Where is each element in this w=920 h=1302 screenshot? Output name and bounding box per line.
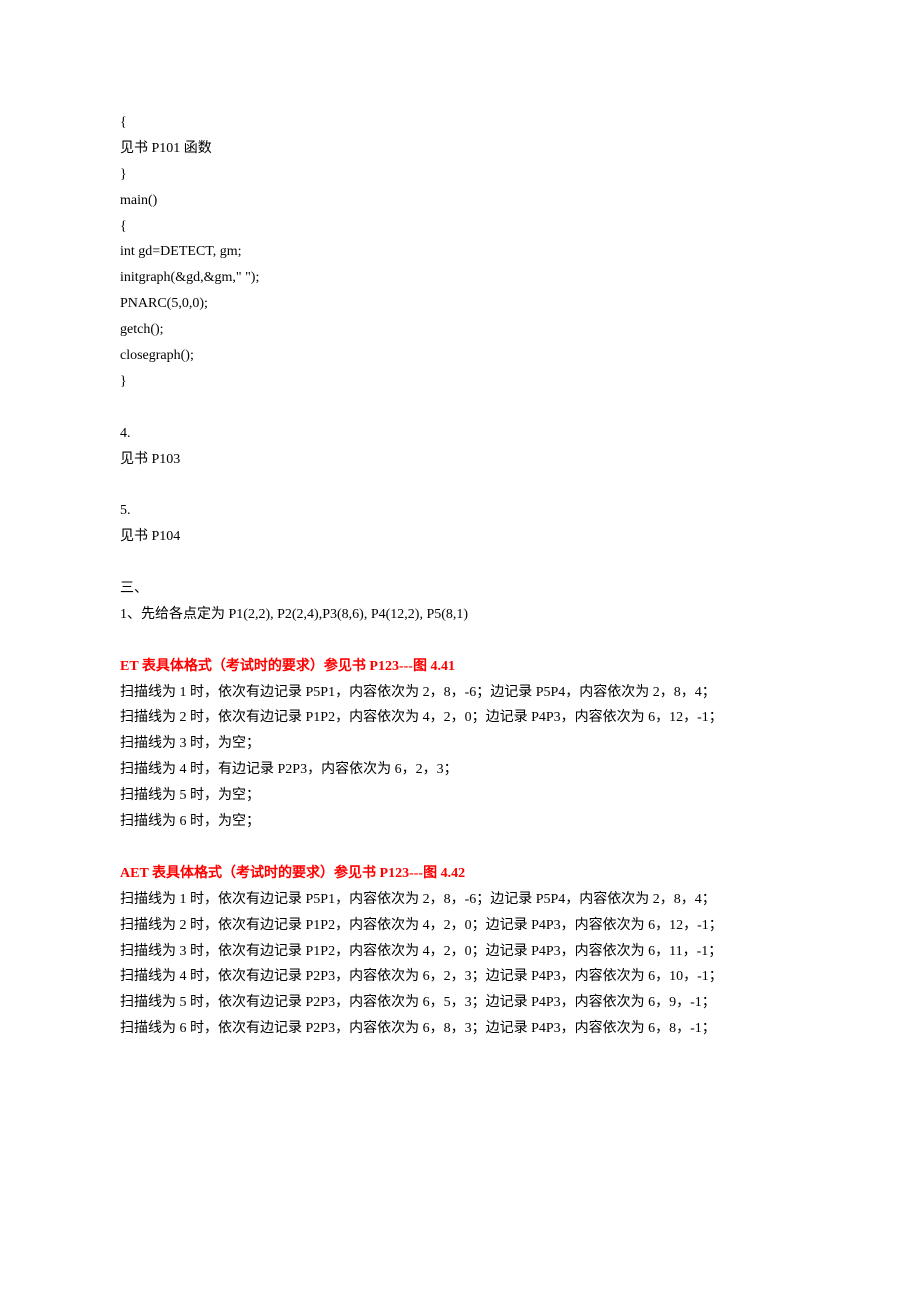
spacer (120, 835, 800, 861)
aet-scanline-4: 扫描线为 4 时，依次有边记录 P2P3，内容依次为 6，2，3；边记录 P4P… (120, 964, 800, 990)
et-scanline-4: 扫描线为 4 时，有边记录 P2P3，内容依次为 6，2，3； (120, 757, 800, 783)
code-line: main() (120, 188, 800, 214)
section-number: 5. (120, 498, 800, 524)
section-heading: 三、 (120, 576, 800, 602)
code-line: } (120, 162, 800, 188)
aet-table-heading: AET 表具体格式（考试时的要求）参见书 P123---图 4.42 (120, 861, 800, 887)
spacer (120, 395, 800, 421)
section-reference: 见书 P104 (120, 524, 800, 550)
et-scanline-5: 扫描线为 5 时，为空； (120, 783, 800, 809)
et-table-heading: ET 表具体格式（考试时的要求）参见书 P123---图 4.41 (120, 654, 800, 680)
et-scanline-2: 扫描线为 2 时，依次有边记录 P1P2，内容依次为 4，2，0；边记录 P4P… (120, 705, 800, 731)
aet-scanline-5: 扫描线为 5 时，依次有边记录 P2P3，内容依次为 6，5，3；边记录 P4P… (120, 990, 800, 1016)
code-line: 见书 P101 函数 (120, 136, 800, 162)
section-reference: 见书 P103 (120, 447, 800, 473)
et-scanline-6: 扫描线为 6 时，为空； (120, 809, 800, 835)
code-line: initgraph(&gd,&gm," "); (120, 265, 800, 291)
aet-scanline-6: 扫描线为 6 时，依次有边记录 P2P3，内容依次为 6，8，3；边记录 P4P… (120, 1016, 800, 1042)
code-line: closegraph(); (120, 343, 800, 369)
code-line: getch(); (120, 317, 800, 343)
spacer (120, 550, 800, 576)
code-line: { (120, 110, 800, 136)
spacer (120, 472, 800, 498)
aet-scanline-1: 扫描线为 1 时，依次有边记录 P5P1，内容依次为 2，8，-6；边记录 P5… (120, 887, 800, 913)
code-line: int gd=DETECT, gm; (120, 239, 800, 265)
code-line: { (120, 214, 800, 240)
spacer (120, 628, 800, 654)
section-number: 4. (120, 421, 800, 447)
aet-scanline-3: 扫描线为 3 时，依次有边记录 P1P2，内容依次为 4，2，0；边记录 P4P… (120, 939, 800, 965)
et-scanline-1: 扫描线为 1 时，依次有边记录 P5P1，内容依次为 2，8，-6；边记录 P5… (120, 680, 800, 706)
point-definition: 1、先给各点定为 P1(2,2), P2(2,4),P3(8,6), P4(12… (120, 602, 800, 628)
aet-scanline-2: 扫描线为 2 时，依次有边记录 P1P2，内容依次为 4，2，0；边记录 P4P… (120, 913, 800, 939)
code-line: PNARC(5,0,0); (120, 291, 800, 317)
code-line: } (120, 369, 800, 395)
et-scanline-3: 扫描线为 3 时，为空； (120, 731, 800, 757)
